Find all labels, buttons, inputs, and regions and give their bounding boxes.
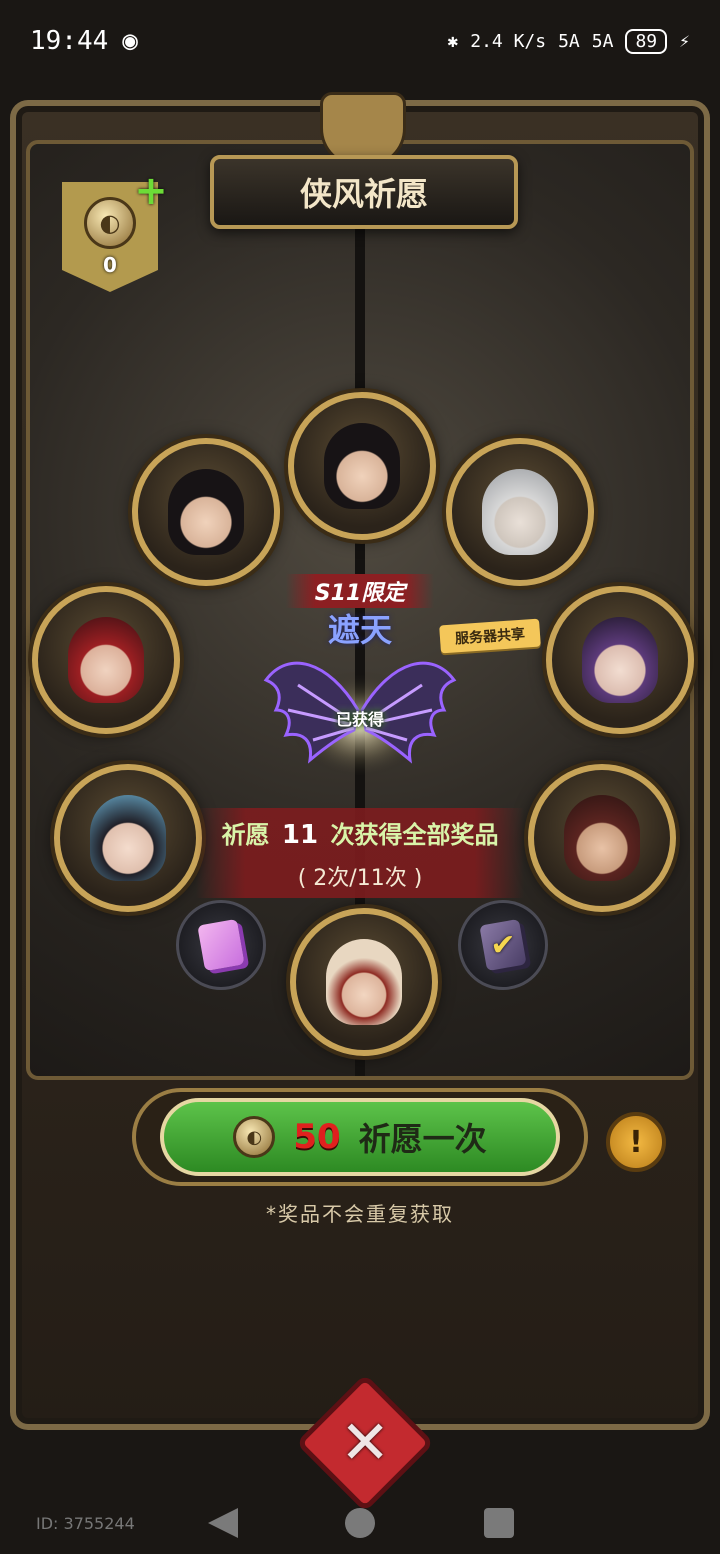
card-icon [197,918,245,972]
hero-face [90,795,166,881]
pray-once-button[interactable]: ◐ 50 祈愿一次 [160,1098,560,1176]
hero-face [482,469,558,555]
back-nav-icon[interactable] [208,1508,238,1538]
progress-suffix: 次获得全部奖品 [330,820,499,849]
user-id: ID: 3755244 [36,1514,135,1533]
hero-portrait-bottom-right[interactable] [528,764,676,912]
season-badge: S11限定 [286,574,434,608]
hero-face [326,939,402,1025]
clock: 19:44 [30,26,109,56]
status-bar: 19:44 ◉ ✱ 2.4 K/s 5A 5A 89 ⚡ [0,0,720,82]
notification-icon: ◉ [122,26,138,56]
progress-text: 祈愿 11 次获得全部奖品 [222,815,499,850]
no-duplicate-note: *奖品不会重复获取 [266,1202,454,1226]
card-item-right[interactable]: ✔ [458,900,548,990]
home-nav-icon[interactable] [345,1508,375,1538]
hero-face [168,469,244,555]
hero-face [582,617,658,703]
charging-icon: ⚡ [679,30,690,52]
info-button[interactable]: ! [606,1112,666,1172]
hero-portrait-top[interactable] [288,392,436,540]
hero-portrait-bottom-left[interactable] [54,764,202,912]
recent-apps-icon[interactable] [484,1508,514,1538]
page-title: 侠风祈愿 [210,155,518,229]
progress-banner: 祈愿 11 次获得全部奖品 ( 2次/11次 ) [196,808,524,898]
hero-face [564,795,640,881]
check-icon: ✔ [490,927,516,963]
bluetooth-icon: ✱ [447,30,459,52]
hero-portrait-top-right[interactable] [446,438,594,586]
hero-portrait-bottom[interactable] [290,908,438,1056]
close-icon: ✕ [339,1408,391,1478]
exclamation-icon: ! [629,1124,643,1160]
pray-cost: 50 [293,1117,341,1157]
progress-total: 11 [281,819,319,850]
hero-face [324,423,400,509]
add-currency-icon[interactable]: + [134,171,168,211]
hero-face [68,617,144,703]
card-item-left[interactable] [176,900,266,990]
net-speed: 2.4 K/s [470,30,547,52]
signal-1: 5A [558,30,580,52]
pray-label: 祈愿一次 [358,1120,487,1158]
hero-portrait-top-left[interactable] [132,438,280,586]
battery-level: 89 [625,28,668,54]
progress-prefix: 祈愿 [221,820,270,849]
hero-portrait-left[interactable] [32,586,180,734]
wish-coin-icon: ◐ [233,1116,276,1158]
signal-2: 5A [591,30,614,52]
obtained-label: 已获得 [335,710,384,729]
currency-count: 0 [103,253,117,277]
hero-portrait-right[interactable] [546,586,694,734]
wish-coin-icon: ◐ [84,197,136,249]
progress-detail: ( 2次/11次 ) [297,865,423,891]
